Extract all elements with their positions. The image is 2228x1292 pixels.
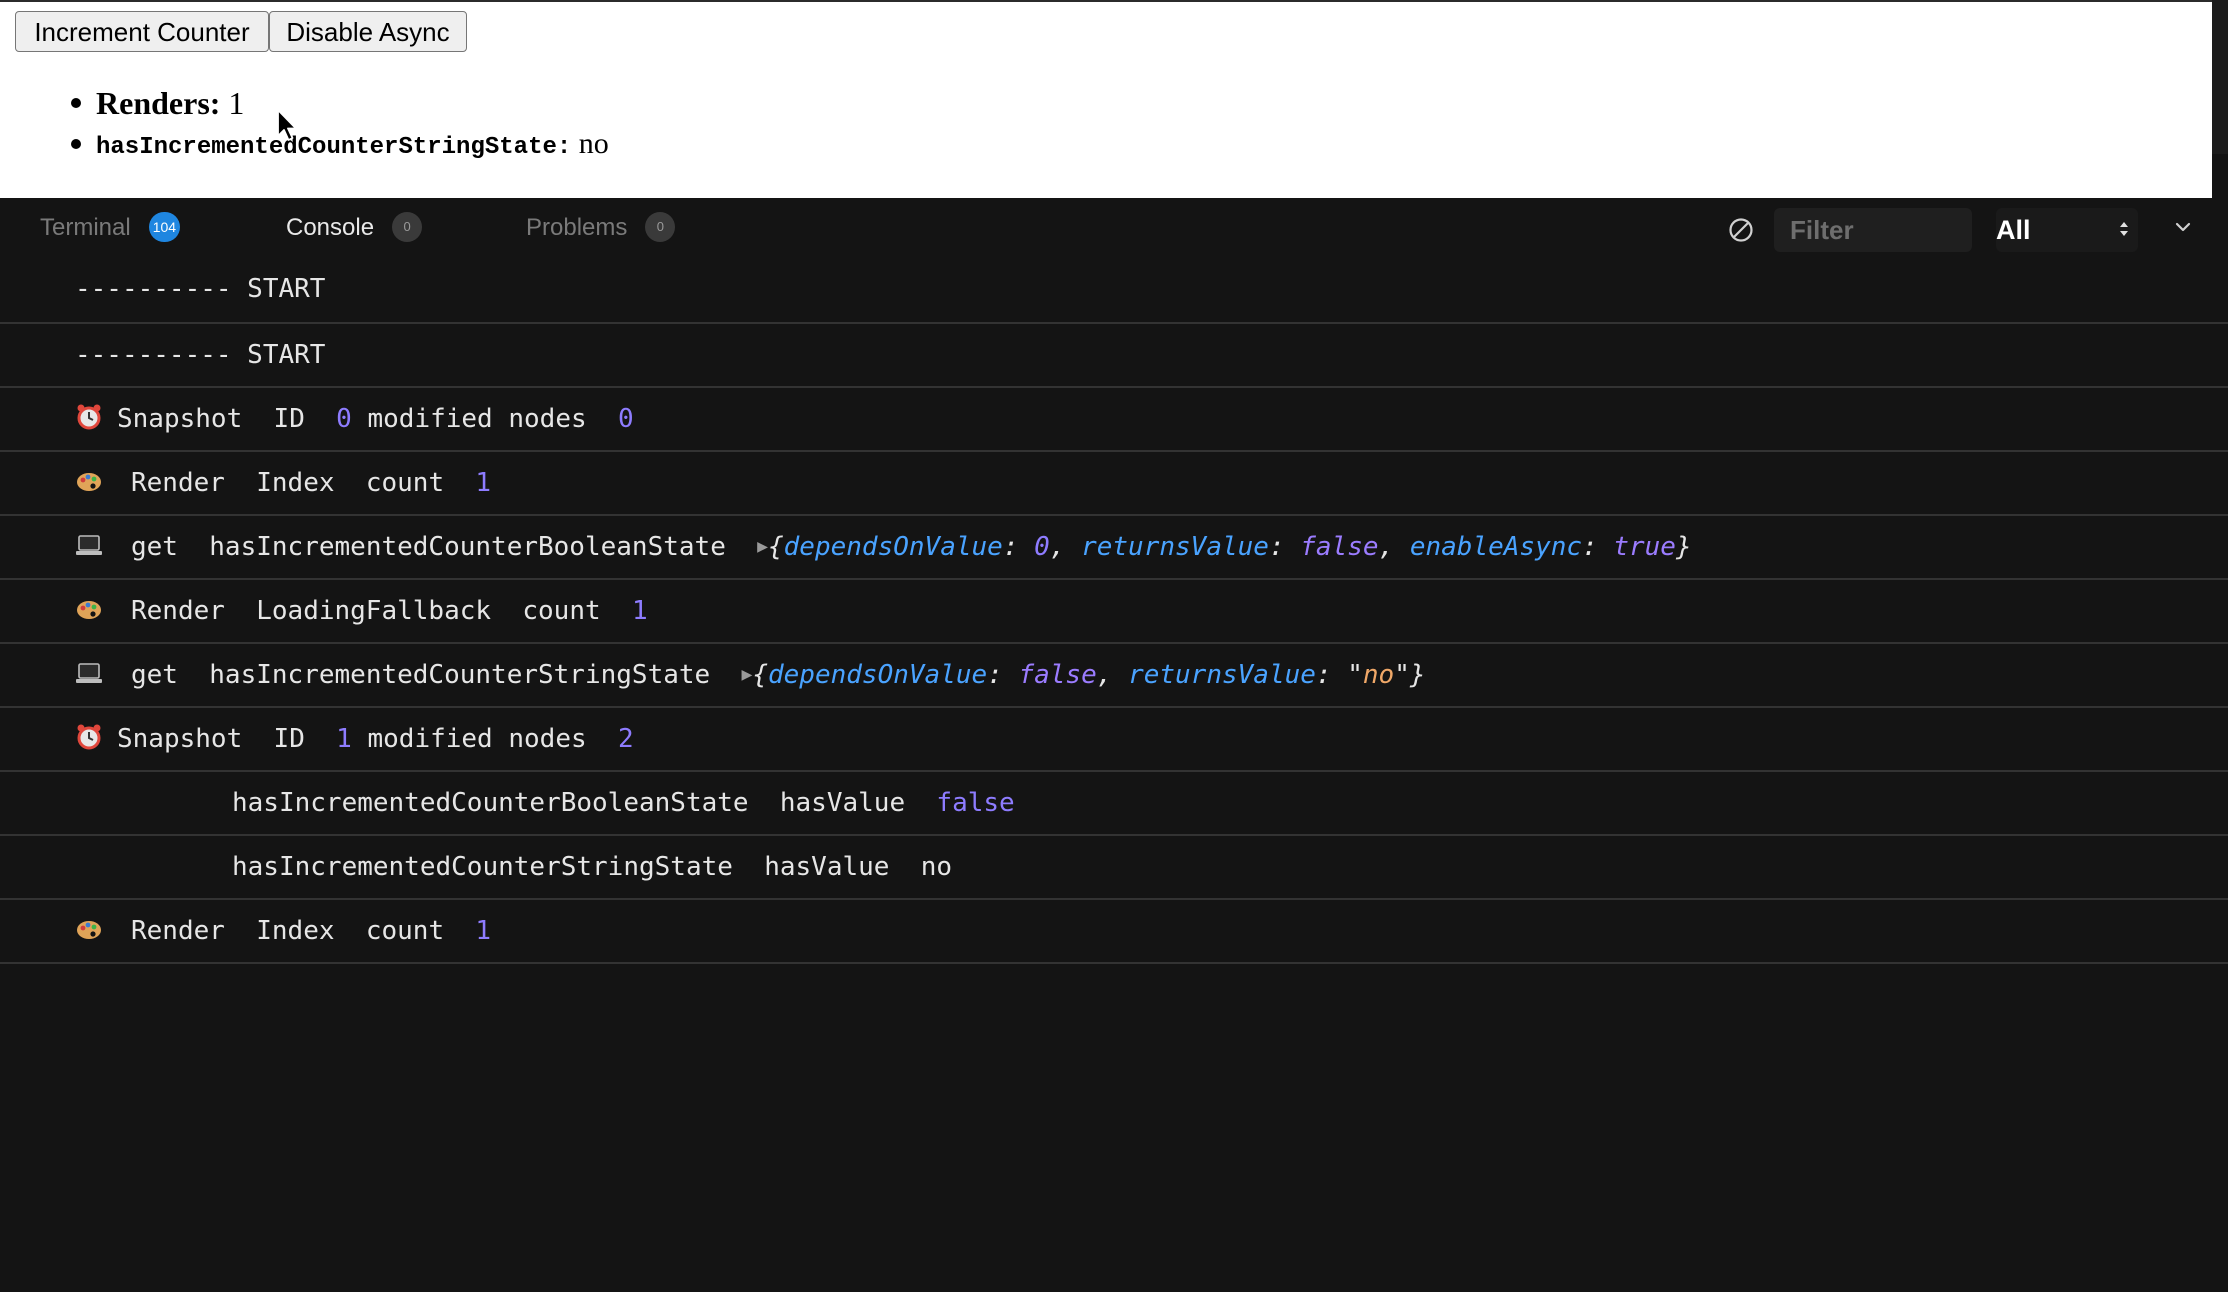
log-label: Snapshot: [117, 404, 243, 434]
expand-triangle-icon[interactable]: ▶: [757, 536, 768, 557]
renders-label: Renders:: [96, 85, 221, 121]
log-number: 0: [617, 404, 634, 434]
log-component: Index: [256, 468, 335, 498]
object-value: no: [1362, 660, 1395, 690]
object-value: 0: [1034, 532, 1050, 562]
log-row: Render Index count 1: [0, 898, 2228, 964]
renders-value: 1: [228, 85, 245, 121]
alarm-clock-icon: [77, 404, 101, 429]
log-atom: hasIncrementedCounterBooleanState: [209, 532, 726, 562]
log-label: Render: [131, 468, 225, 498]
log-row: ---------- START: [0, 322, 2228, 386]
log-row: Render LoadingFallback count 1: [0, 578, 2228, 642]
log-text: ---------- START: [75, 340, 326, 370]
tab-label: Problems: [526, 214, 628, 241]
app-preview: Increment Counter Disable Async Renders:…: [0, 0, 2212, 198]
tab-terminal[interactable]: Terminal 104: [40, 198, 181, 258]
string-state-label: hasIncrementedCounterStringState:: [96, 134, 572, 161]
devtools-panel: Terminal 104 Console 0 Problems 0 All -----…: [0, 198, 2228, 1292]
filter-input[interactable]: [1774, 208, 1972, 252]
log-number: 1: [475, 916, 492, 946]
object-key: enableAsync: [1409, 532, 1583, 562]
tab-label: Console: [286, 214, 375, 241]
tab-console[interactable]: Console 0: [286, 198, 423, 258]
palette-icon: [77, 600, 101, 619]
log-key: modified nodes: [367, 724, 587, 754]
log-row: hasIncrementedCounterBooleanState hasVal…: [0, 770, 2228, 834]
log-label: Render: [131, 596, 225, 626]
tab-problems[interactable]: Problems 0: [526, 198, 676, 258]
log-label: Render: [131, 916, 225, 946]
log-key: hasValue: [779, 788, 906, 818]
tab-badge: 0: [645, 211, 676, 242]
palette-icon: [77, 920, 101, 939]
disable-async-button[interactable]: Disable Async: [269, 11, 467, 52]
log-label: get: [131, 532, 178, 562]
log-key: count: [365, 916, 445, 946]
log-level-value: All: [1996, 215, 2031, 245]
log-row: hasIncrementedCounterStringState hasValu…: [0, 834, 2228, 898]
object-value: true: [1613, 532, 1676, 562]
chevron-down-icon[interactable]: [2174, 220, 2192, 234]
log-row: get hasIncrementedCounterBooleanState ▶{…: [0, 514, 2228, 578]
object-key: returnsValue: [1081, 532, 1269, 562]
log-label: get: [131, 660, 178, 690]
log-row: Render Index count 1: [0, 450, 2228, 514]
object-value: false: [1018, 660, 1097, 690]
log-component: Index: [256, 916, 335, 946]
log-key: modified nodes: [367, 404, 587, 434]
log-number: 0: [336, 404, 352, 434]
object-key: dependsOnValue: [768, 660, 988, 690]
log-component: LoadingFallback: [256, 596, 492, 626]
console-log: ---------- START ---------- START Snapsh…: [0, 258, 2228, 964]
stats-list: Renders: 1 hasIncrementedCounterStringSt…: [66, 82, 609, 164]
tab-badge: 104: [148, 211, 181, 242]
laptop-icon: [76, 534, 102, 555]
log-row: ---------- START: [0, 258, 2228, 322]
log-number: 1: [631, 596, 648, 626]
log-value: no: [920, 852, 953, 882]
block-icon[interactable]: [1728, 217, 1754, 243]
log-row: Snapshot ID 1 modified nodes 2: [0, 706, 2228, 770]
log-key: ID: [273, 404, 305, 434]
select-arrows-icon: [2120, 222, 2128, 236]
log-row: Snapshot ID 0 modified nodes 0: [0, 386, 2228, 450]
log-key: hasValue: [764, 852, 890, 882]
increment-counter-button[interactable]: Increment Counter: [15, 11, 269, 52]
object-key: dependsOnValue: [783, 532, 1003, 562]
alarm-clock-icon: [77, 724, 101, 749]
log-key: count: [522, 596, 601, 626]
expand-triangle-icon[interactable]: ▶: [742, 664, 753, 685]
log-atom: hasIncrementedCounterStringState: [209, 660, 711, 690]
laptop-icon: [76, 662, 102, 683]
palette-icon: [77, 472, 101, 491]
mouse-pointer-icon: [277, 109, 297, 141]
string-state-stat: hasIncrementedCounterStringState: no: [66, 124, 609, 164]
log-atom: hasIncrementedCounterBooleanState: [232, 788, 749, 818]
tab-badge: 0: [392, 211, 423, 242]
log-atom: hasIncrementedCounterStringState: [232, 852, 733, 882]
log-key: ID: [273, 724, 305, 754]
log-number: 1: [336, 724, 352, 754]
log-text: ---------- START: [75, 274, 326, 304]
object-punctuation: {: [768, 532, 784, 562]
log-label: Snapshot: [117, 724, 243, 754]
preview-scrollbar[interactable]: [2212, 0, 2228, 154]
log-level-select[interactable]: All: [1996, 208, 2138, 252]
object-value: false: [1300, 532, 1379, 562]
log-number: 2: [617, 724, 634, 754]
renders-stat: Renders: 1: [66, 82, 609, 124]
log-number: 1: [475, 468, 492, 498]
tab-label: Terminal: [40, 214, 131, 241]
panel-tabbar: Terminal 104 Console 0 Problems 0 All: [0, 198, 2228, 258]
log-value: false: [936, 788, 1015, 818]
log-key: count: [365, 468, 445, 498]
string-state-value: no: [578, 127, 609, 160]
object-key: returnsValue: [1128, 660, 1316, 690]
log-row: get hasIncrementedCounterStringState ▶{d…: [0, 642, 2228, 706]
